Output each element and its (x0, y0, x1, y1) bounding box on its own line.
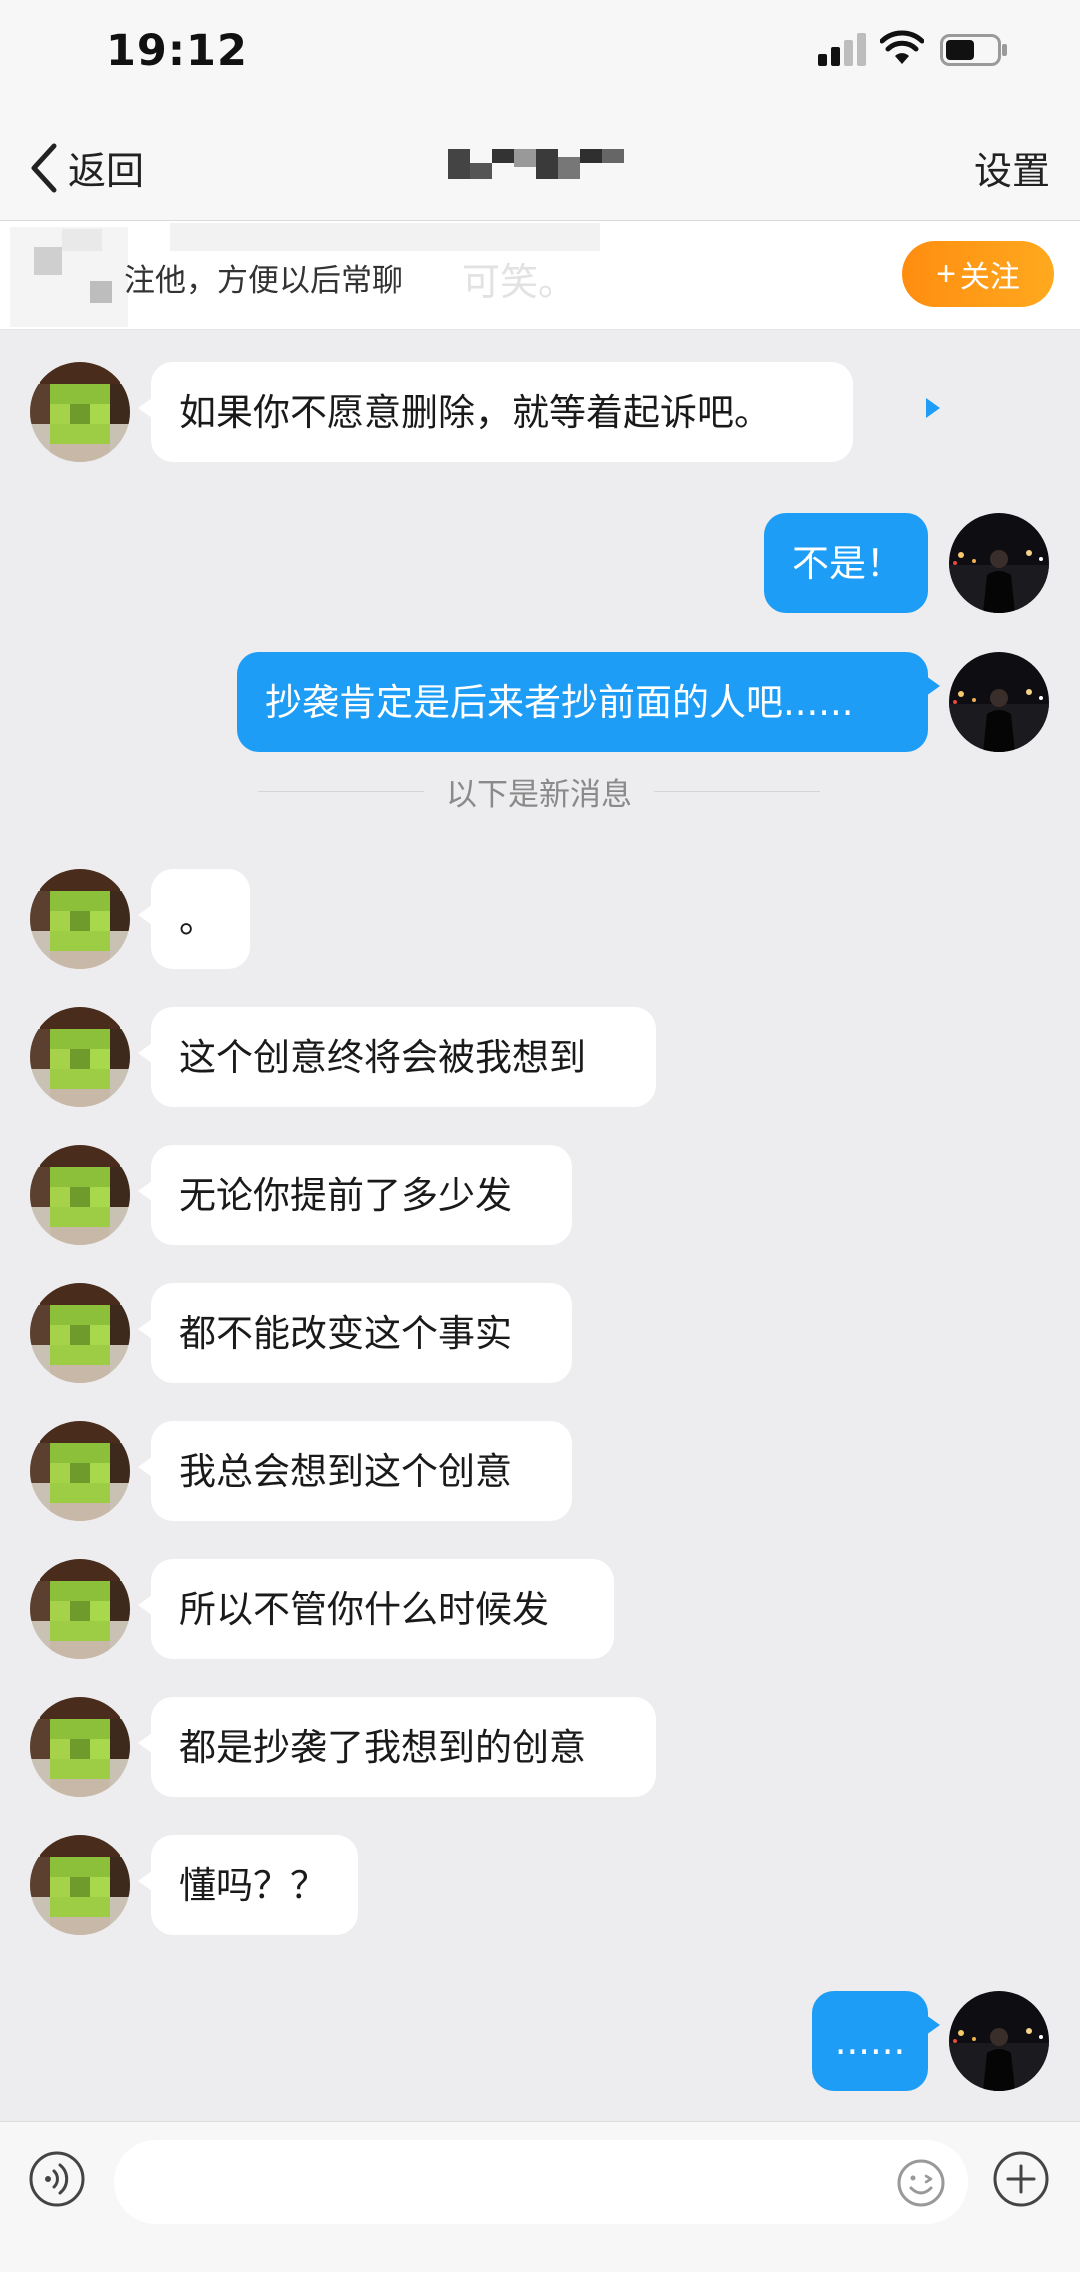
message-text: 无论你提前了多少发 (179, 1173, 512, 1217)
voice-icon[interactable] (28, 2150, 86, 2208)
input-bar (0, 2121, 1080, 2272)
battery-icon (940, 34, 1007, 66)
my-avatar[interactable] (949, 1991, 1049, 2091)
message-text: 抄袭肯定是后来者抄前面的人吧...... (265, 680, 854, 724)
message-text: 这个创意终将会被我想到 (179, 1035, 586, 1079)
message-bubble-incoming[interactable]: 所以不管你什么时候发 (151, 1559, 614, 1659)
status-bar: 19:12 (0, 0, 1080, 110)
message-text: 。 (179, 897, 216, 941)
nav-bar: 返回 设置 (0, 110, 1080, 221)
message-bubble-outgoing[interactable]: 不是！ (764, 513, 928, 613)
message-text: 都是抄袭了我想到的创意 (179, 1725, 586, 1769)
plus-icon[interactable] (992, 2150, 1050, 2208)
my-avatar[interactable] (949, 513, 1049, 613)
contact-avatar[interactable] (30, 1421, 130, 1521)
message-bubble-incoming[interactable]: 这个创意终将会被我想到 (151, 1007, 656, 1107)
contact-avatar[interactable] (30, 362, 130, 462)
chat-title-pixelated (448, 145, 624, 183)
ghost-text: 可笑。 (462, 260, 576, 304)
plus-icon: + (936, 255, 956, 293)
new-messages-divider: 以下是新消息 (258, 770, 820, 813)
divider-line (258, 790, 424, 792)
message-bubble-incoming[interactable]: 懂吗？？ (151, 1835, 358, 1935)
message-text: ...... (834, 2019, 906, 2063)
message-text: 都不能改变这个事实 (179, 1311, 512, 1355)
message-text: 懂吗？？ (179, 1863, 327, 1907)
contact-avatar[interactable] (30, 1559, 130, 1659)
follow-banner: 可笑。 注他，方便以后常聊 + 关注 (0, 221, 1080, 330)
contact-avatar[interactable] (30, 1145, 130, 1245)
contact-avatar[interactable] (30, 1697, 130, 1797)
contact-avatar[interactable] (30, 1283, 130, 1383)
message-bubble-incoming[interactable]: 如果你不愿意删除，就等着起诉吧。 (151, 362, 853, 462)
message-bubble-incoming[interactable]: 都是抄袭了我想到的创意 (151, 1697, 656, 1797)
message-bubble-incoming[interactable]: 我总会想到这个创意 (151, 1421, 572, 1521)
message-bubble-outgoing[interactable]: ...... (812, 1991, 928, 2091)
message-bubble-incoming[interactable]: 无论你提前了多少发 (151, 1145, 572, 1245)
chevron-left-icon (31, 143, 57, 192)
back-label: 返回 (68, 149, 145, 193)
settings-button[interactable]: 设置 (974, 140, 1050, 195)
divider-line (654, 790, 820, 792)
message-bubble-incoming[interactable]: 都不能改变这个事实 (151, 1283, 572, 1383)
my-avatar[interactable] (949, 652, 1049, 752)
message-input[interactable] (114, 2140, 968, 2224)
contact-avatar[interactable] (30, 1835, 130, 1935)
message-text: 我总会想到这个创意 (179, 1449, 512, 1493)
back-button[interactable]: 返回 (26, 140, 144, 195)
follow-button-label: 关注 (959, 261, 1020, 294)
message-bubble-incoming[interactable]: 。 (151, 869, 250, 969)
cellular-signal-icon (818, 33, 866, 66)
message-bubble-outgoing[interactable]: 抄袭肯定是后来者抄前面的人吧...... (237, 652, 928, 752)
contact-avatar[interactable] (30, 1007, 130, 1107)
message-text: 所以不管你什么时候发 (179, 1587, 549, 1631)
follow-hint-text: 注他，方便以后常聊 (124, 263, 403, 299)
wifi-icon (880, 30, 924, 64)
emoji-icon[interactable] (896, 2158, 946, 2208)
divider-text: 以下是新消息 (446, 776, 632, 813)
follow-button[interactable]: + 关注 (902, 241, 1054, 307)
contact-avatar[interactable] (30, 869, 130, 969)
message-text: 不是！ (792, 541, 903, 585)
status-time: 19:12 (106, 26, 248, 76)
message-text: 如果你不愿意删除，就等着起诉吧。 (179, 390, 771, 434)
